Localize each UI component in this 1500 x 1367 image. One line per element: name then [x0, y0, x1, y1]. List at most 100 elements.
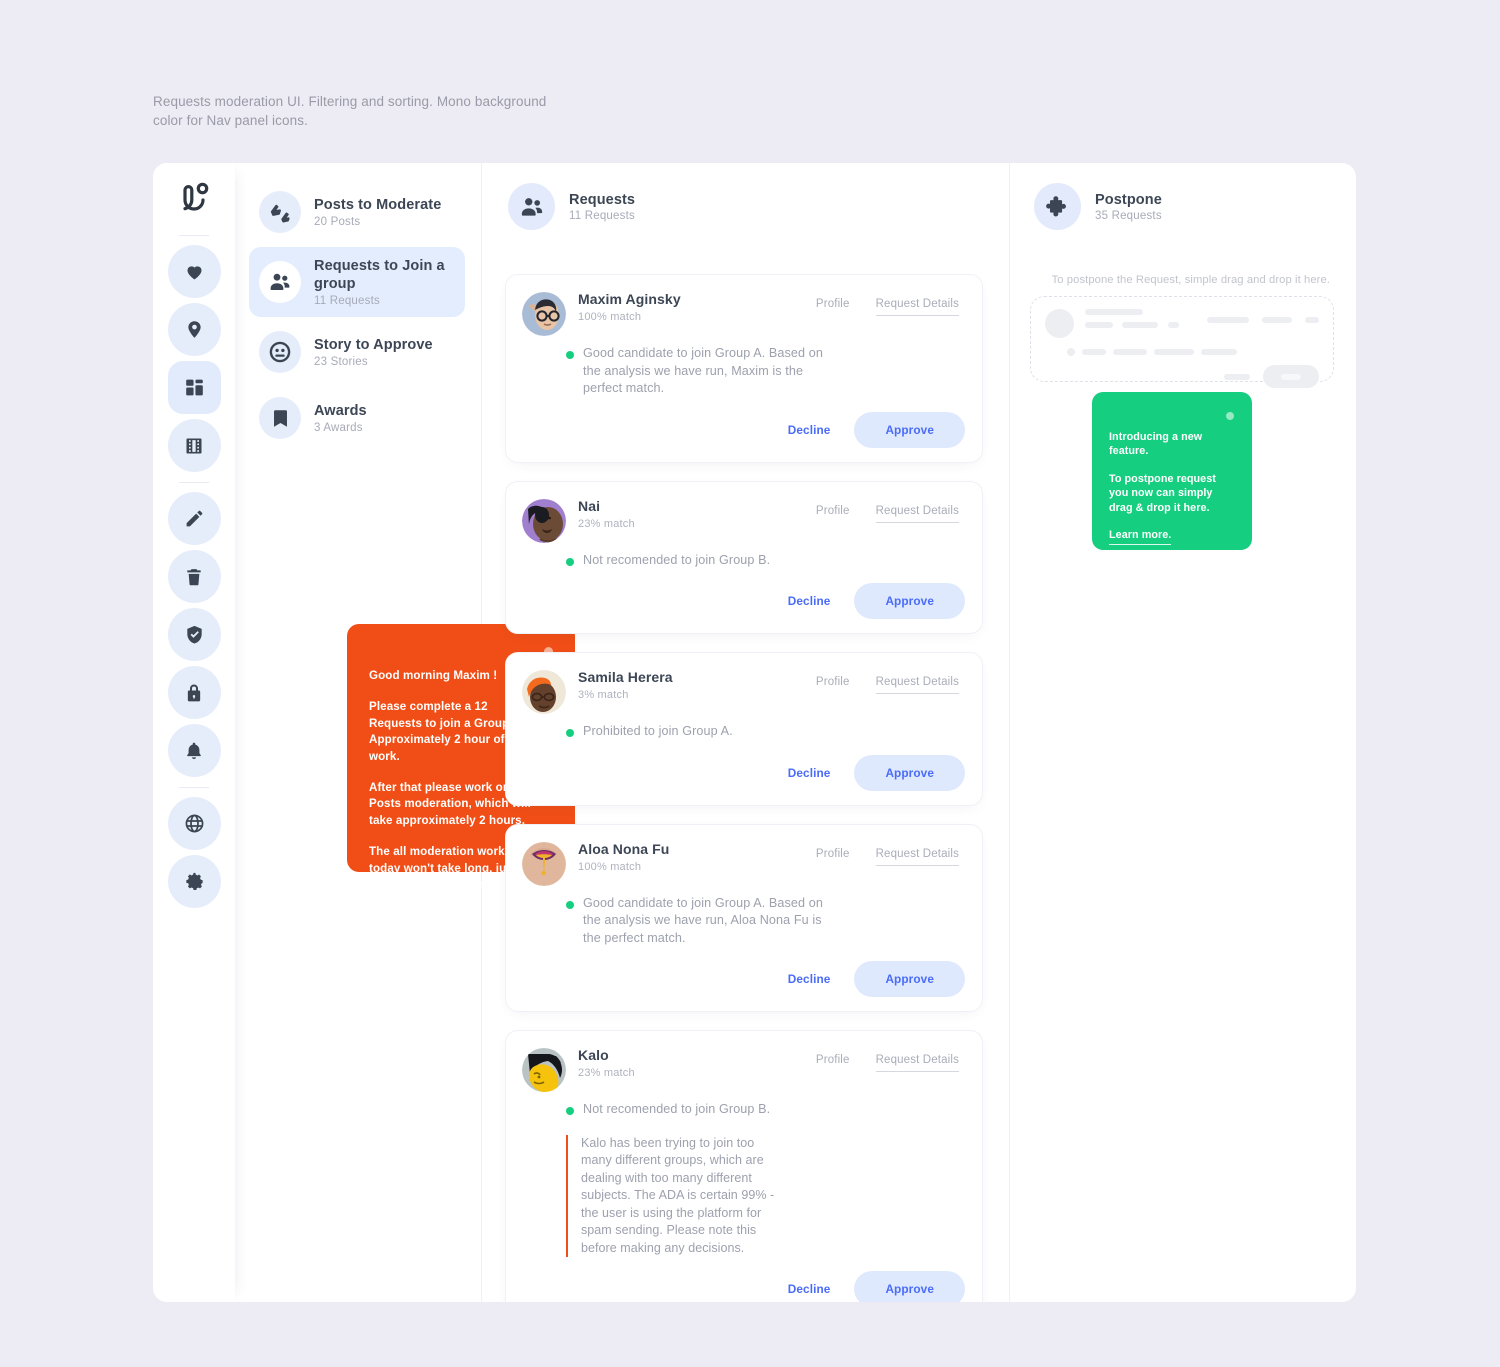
request-name: Samila Herera [578, 669, 673, 685]
request-card[interactable]: Samila Herera 3% match Profile Request D… [505, 652, 983, 806]
skeleton-line [1154, 349, 1194, 355]
decline-button[interactable]: Decline [774, 586, 845, 616]
postpone-panel: Postpone 35 Requests To postpone the Req… [1010, 163, 1356, 1302]
moderation-item-posts[interactable]: Posts to Moderate 20 Posts [249, 181, 465, 243]
nav-item-language[interactable] [167, 797, 221, 850]
moderation-item-story[interactable]: Story to Approve 23 Stories [249, 321, 465, 383]
skeleton-button [1263, 365, 1319, 388]
gear-icon [184, 871, 205, 892]
approve-button[interactable]: Approve [854, 411, 965, 448]
film-strip-icon [184, 436, 204, 456]
nav-divider [179, 235, 209, 236]
nav-item-notifications[interactable] [167, 724, 221, 777]
request-card[interactable]: Nai 23% match Profile Request Details No… [505, 480, 983, 634]
avatar [522, 670, 566, 714]
page-caption: Requests moderation UI. Filtering and so… [153, 94, 547, 128]
nav-divider-2 [179, 482, 209, 483]
request-name: Maxim Aginsky [578, 291, 681, 307]
tab-request-details[interactable]: Request Details [875, 1054, 959, 1072]
request-tabs: Profile Request Details [816, 1047, 965, 1072]
puzzle-icon [1034, 183, 1081, 230]
avatar [522, 841, 566, 886]
skeleton-avatar [1045, 309, 1074, 338]
moderation-list-panel: Posts to Moderate 20 Posts Requests to J… [235, 163, 575, 1302]
new-feature-note: Introducing a new feature. To postpone r… [1092, 392, 1252, 550]
tab-profile[interactable]: Profile [816, 505, 850, 523]
tab-profile[interactable]: Profile [816, 848, 850, 866]
approve-button[interactable]: Approve [854, 583, 965, 619]
tab-request-details[interactable]: Request Details [875, 676, 959, 694]
request-card[interactable]: Maxim Aginsky 100% match Profile Request… [505, 274, 983, 463]
nav-item-security[interactable] [167, 608, 221, 661]
request-status-text: Not recomended to join Group B. [583, 552, 771, 567]
decline-button[interactable]: Decline [774, 758, 845, 788]
globe-icon [184, 813, 205, 834]
tab-request-details[interactable]: Request Details [875, 848, 959, 866]
request-status-text: Prohibited to join Group A. [583, 724, 733, 738]
moderation-item-requests[interactable]: Requests to Join a group 11 Requests [249, 247, 465, 317]
request-match: 100% match [578, 311, 642, 323]
moderation-item-awards[interactable]: Awards 3 Awards [249, 387, 465, 449]
tab-request-details[interactable]: Request Details [875, 505, 959, 523]
request-actions: Decline Approve [522, 1271, 965, 1302]
nav-item-settings[interactable] [167, 855, 221, 908]
nav-item-dashboard[interactable] [167, 361, 221, 414]
approve-button[interactable]: Approve [854, 961, 965, 997]
skeleton-line [1262, 317, 1292, 323]
moderation-item-title: Posts to Moderate [314, 197, 442, 213]
request-status-text: Good candidate to join Group A. Based on… [583, 346, 823, 395]
approve-button[interactable]: Approve [854, 754, 965, 791]
decline-button[interactable]: Decline [774, 415, 845, 445]
face-icon [259, 331, 301, 373]
moderation-item-sub: 11 Requests [314, 295, 380, 307]
tab-profile[interactable]: Profile [816, 1054, 850, 1072]
request-status-text: Not recomended to join Group B. [583, 1102, 771, 1116]
status-dot-icon [566, 729, 574, 737]
avatar [522, 498, 566, 543]
request-name: Kalo [578, 1047, 609, 1063]
tab-profile[interactable]: Profile [816, 298, 850, 316]
postpone-header: Postpone 35 Requests [1030, 181, 1334, 230]
skeleton-line [1113, 349, 1147, 355]
pencil-icon [184, 508, 205, 529]
requests-panel: Requests 11 Requests Maxim Aginsky 100% … [482, 163, 1010, 1302]
skeleton-line [1201, 349, 1237, 355]
request-match: 3% match [578, 689, 629, 701]
nav-divider-3 [179, 787, 209, 788]
skeleton-line [1305, 317, 1319, 323]
tab-request-details[interactable]: Request Details [875, 298, 959, 316]
skeleton-line [1207, 317, 1249, 323]
nav-item-media[interactable] [167, 419, 221, 472]
decline-button[interactable]: Decline [774, 964, 845, 994]
request-status-text: Good candidate to join Group A. Based on… [583, 895, 823, 945]
request-card[interactable]: Kalo 23% match Profile Request Details N… [505, 1030, 983, 1302]
skeleton-line [1122, 322, 1159, 328]
learn-more-link[interactable]: Learn more. [1109, 528, 1172, 546]
nav-item-delete[interactable] [167, 550, 221, 603]
request-status: Prohibited to join Group A. [566, 723, 965, 741]
request-card[interactable]: Aloa Nona Fu 100% match Profile Request … [505, 823, 983, 1012]
nav-item-edit[interactable] [167, 492, 221, 545]
nav-item-privacy[interactable] [167, 666, 221, 719]
request-note: Kalo has been trying to join too many di… [566, 1134, 788, 1257]
tab-profile[interactable]: Profile [816, 676, 850, 694]
people-icon [259, 261, 301, 303]
avatar [522, 292, 566, 336]
nav-item-heart[interactable] [167, 245, 221, 298]
postpone-dropzone[interactable] [1030, 296, 1334, 388]
feature-note-line-2: To postpone request you now can simply d… [1109, 472, 1216, 514]
bookmark-icon [259, 397, 301, 439]
moderation-item-title: Awards [314, 403, 367, 419]
decline-button[interactable]: Decline [774, 1274, 845, 1302]
request-tabs: Profile Request Details [816, 291, 965, 316]
dashboard-grid-icon [184, 377, 205, 398]
drop-hint-text: To postpone the Request, simple drag and… [1051, 274, 1330, 286]
request-actions: Decline Approve [522, 583, 965, 619]
request-status: Not recomended to join Group B. [566, 552, 965, 570]
postpone-count: 35 Requests [1095, 209, 1162, 222]
nav-item-location[interactable] [167, 303, 221, 356]
app-logo [172, 176, 216, 220]
app-window: Posts to Moderate 20 Posts Requests to J… [153, 163, 1356, 1302]
skeleton-actions [1045, 365, 1319, 388]
approve-button[interactable]: Approve [854, 1271, 965, 1302]
